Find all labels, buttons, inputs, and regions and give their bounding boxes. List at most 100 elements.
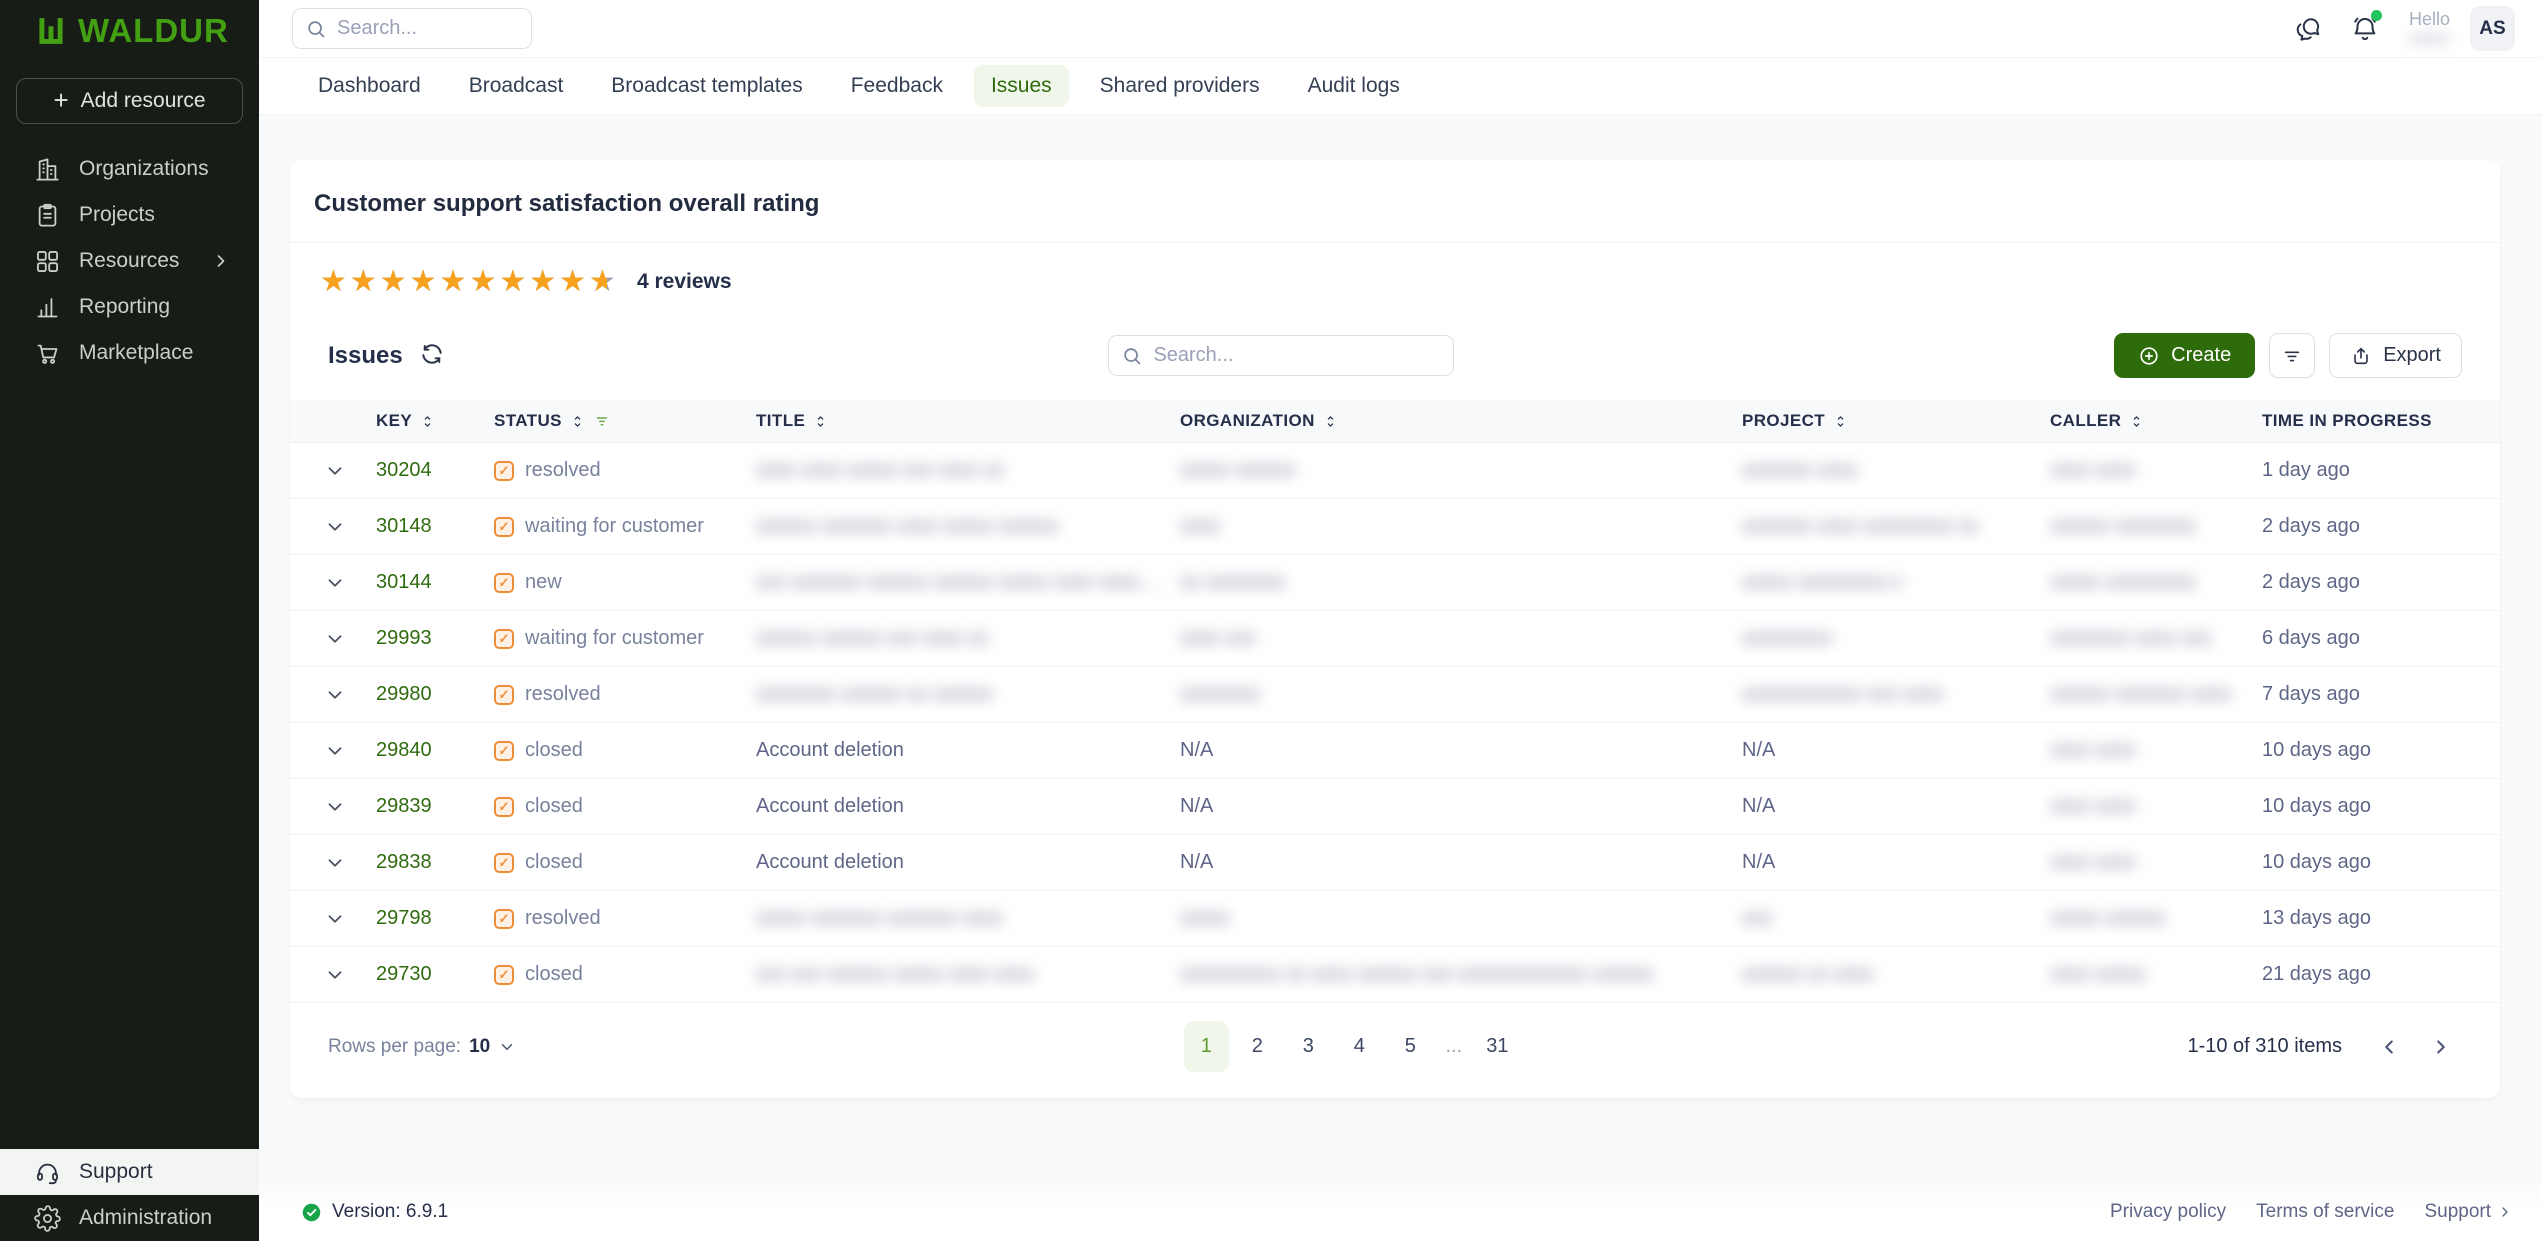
main-area: Hello xxxxx AS Dashboard Broadcast Broad… [259,0,2541,1241]
sort-icon[interactable] [812,413,829,430]
expand-row-button[interactable] [318,902,352,936]
sort-icon[interactable] [2128,413,2145,430]
page-button[interactable]: 31 [1475,1021,1520,1072]
sort-icon[interactable] [1322,413,1339,430]
sort-icon[interactable] [569,413,586,430]
status-cell: resolved [494,683,756,706]
column-header[interactable]: PROJECT [1742,411,2050,431]
expand-row-button[interactable] [318,454,352,488]
table-row: 30204 resolved xxxx xxxx xxxxx xxx xxxx … [290,443,2500,499]
expand-row-button[interactable] [318,510,352,544]
topbar-right: Hello xxxxx AS [2291,6,2515,51]
issue-organization: xxxxxxxx [1180,683,1260,705]
expand-row-button[interactable] [318,622,352,656]
star-rating: ★★★★★★★★★★ ★★★★★★★★★★ [320,267,619,297]
tab[interactable]: Issues [973,65,1069,107]
page-button[interactable]: 4 [1337,1021,1382,1072]
status-label: resolved [525,907,601,929]
tab[interactable]: Shared providers [1083,65,1277,107]
table-search-input[interactable] [1108,335,1455,376]
issue-project: N/A [1742,795,1776,817]
issue-key-link[interactable]: 30148 [376,515,494,538]
issue-time-in-progress: 7 days ago [2262,683,2360,705]
status-label: resolved [525,683,601,705]
filter-button[interactable] [2269,333,2316,378]
tab[interactable]: Audit logs [1291,65,1417,107]
export-button[interactable]: Export [2329,333,2462,378]
sidebar-item[interactable]: Marketplace [0,330,259,376]
sidebar-item[interactable]: Reporting [0,284,259,330]
expand-row-button[interactable] [318,958,352,992]
column-filter-icon[interactable] [593,412,611,430]
issue-key-link[interactable]: 30204 [376,459,494,482]
status-check-icon [494,628,514,649]
status-cell: closed [494,851,756,874]
sidebar-item[interactable]: Organizations [0,146,259,192]
prev-page-button[interactable] [2368,1026,2410,1068]
sidebar-item-label: Administration [79,1206,213,1229]
issue-key-link[interactable]: 29993 [376,627,494,650]
issue-key-link[interactable]: 29730 [376,963,494,986]
footer-link[interactable]: Privacy policy [2110,1201,2226,1223]
logo[interactable]: WALDUR [0,0,259,62]
issue-key-link[interactable]: 29840 [376,739,494,762]
status-check-icon [494,740,514,761]
footer-link[interactable]: Terms of service [2256,1201,2394,1223]
page-button[interactable]: 3 [1286,1021,1331,1072]
status-cell: new [494,571,756,594]
sidebar-item-label: Support [79,1160,153,1183]
table-search [1108,335,1455,376]
notification-dot [2370,9,2382,21]
status-cell: waiting for customer [494,627,756,650]
page-button[interactable]: 5 [1388,1021,1433,1072]
global-search-input[interactable] [292,8,532,49]
sort-icon[interactable] [419,413,436,430]
expand-row-button[interactable] [318,790,352,824]
issue-key-link[interactable]: 30144 [376,571,494,594]
status-label: closed [525,963,583,985]
toolbar-actions: Create Export [2114,333,2462,378]
tab[interactable]: Feedback [834,65,960,107]
user-name-redacted: xxxxx [2408,29,2449,47]
issue-key-link[interactable]: 29798 [376,907,494,930]
expand-row-button[interactable] [318,734,352,768]
headset-icon [34,1159,61,1186]
expand-row-button[interactable] [318,566,352,600]
expand-row-button[interactable] [318,678,352,712]
avatar[interactable]: AS [2470,6,2515,51]
column-header[interactable]: ORGANIZATION [1180,411,1742,431]
chevron-down-icon [328,690,342,699]
tab[interactable]: Dashboard [301,65,438,107]
column-header[interactable]: STATUS [494,411,756,431]
footer-link[interactable]: Support [2424,1201,2513,1223]
notifications-button[interactable] [2347,9,2383,47]
sidebar-item[interactable]: Projects [0,192,259,238]
sidebar-item[interactable]: Administration [0,1195,259,1241]
add-resource-button[interactable]: + Add resource [16,78,243,124]
sidebar-item[interactable]: Support [0,1149,259,1195]
sort-icon[interactable] [1832,413,1849,430]
page-button[interactable]: 2 [1235,1021,1280,1072]
tab[interactable]: Broadcast templates [594,65,819,107]
page-button[interactable]: 1 [1183,1021,1229,1072]
footer-links: Privacy policy Terms of service Support [2110,1201,2513,1223]
issues-card: Customer support satisfaction overall ra… [290,160,2500,1098]
issue-key-link[interactable]: 29980 [376,683,494,706]
page-button[interactable]: ... [1439,1021,1469,1072]
column-header[interactable]: TITLE [756,411,1180,431]
next-page-button[interactable] [2420,1026,2462,1068]
create-button[interactable]: Create [2114,333,2256,378]
tab[interactable]: Broadcast [452,65,581,107]
expand-row-button[interactable] [318,846,352,880]
column-header[interactable]: TIME IN PROGRESS [2262,411,2472,431]
issue-key-link[interactable]: 29839 [376,795,494,818]
column-header[interactable]: KEY [376,411,494,431]
column-header[interactable]: CALLER [2050,411,2262,431]
column-label: CALLER [2050,411,2122,430]
messages-button[interactable] [2291,11,2327,47]
rows-per-page-select[interactable]: Rows per page: 10 [328,1036,516,1058]
sidebar-item[interactable]: Resources [0,238,259,284]
refresh-button[interactable] [419,341,449,371]
issue-key-link[interactable]: 29838 [376,851,494,874]
version-text: Version: 6.9.1 [332,1201,449,1222]
